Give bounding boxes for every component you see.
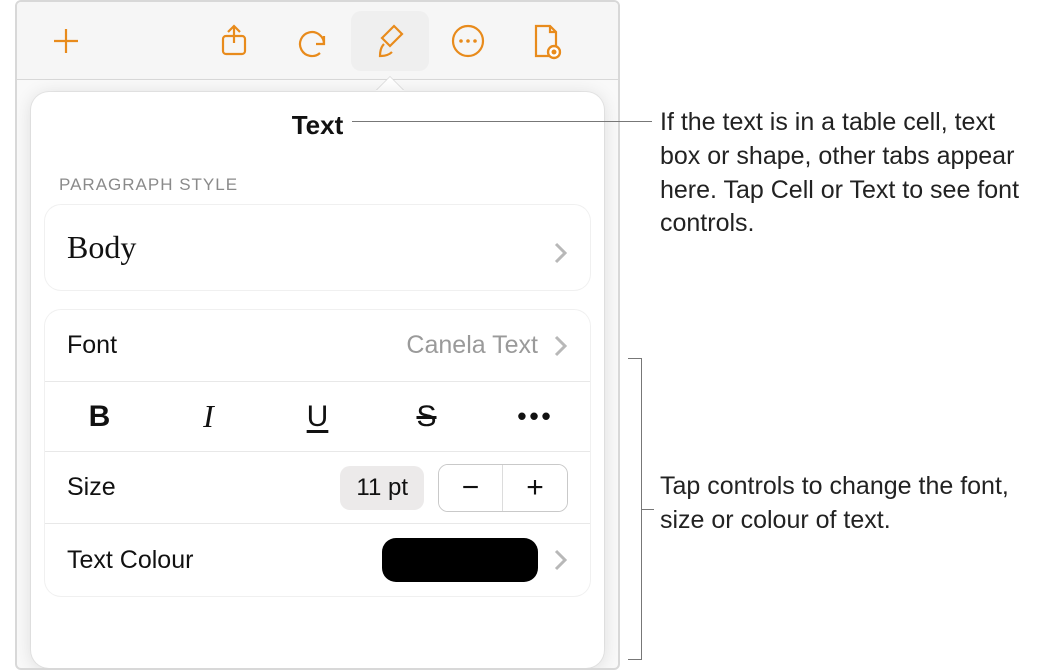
- font-label: Font: [67, 331, 117, 360]
- size-row: Size 11 pt − +: [45, 452, 590, 524]
- paragraph-style-card: Body: [45, 205, 590, 290]
- bold-button[interactable]: B: [45, 382, 154, 451]
- underline-button[interactable]: U: [263, 382, 372, 451]
- italic-button[interactable]: I: [154, 382, 263, 451]
- document-button[interactable]: [507, 11, 585, 71]
- app-window: Text Paragraph Style Body Font Canela Te…: [15, 0, 620, 670]
- size-decrease-button[interactable]: −: [439, 465, 503, 511]
- callout-bracket: [628, 358, 642, 660]
- add-button[interactable]: [27, 11, 105, 71]
- text-colour-row[interactable]: Text Colour: [45, 524, 590, 596]
- more-text-options-button[interactable]: •••: [481, 382, 590, 451]
- paragraph-style-row[interactable]: Body: [45, 205, 590, 290]
- toolbar: [17, 2, 618, 80]
- callout-tabs: If the text is in a table cell, text box…: [660, 106, 1030, 241]
- size-increase-button[interactable]: +: [503, 465, 567, 511]
- callout-leader-line: [642, 509, 654, 510]
- font-value: Canela Text: [406, 331, 538, 360]
- more-button[interactable]: [429, 11, 507, 71]
- callout-leader-line: [352, 121, 652, 122]
- callout-controls: Tap controls to change the font, size or…: [660, 470, 1030, 538]
- text-colour-swatch[interactable]: [382, 538, 538, 582]
- text-style-row: B I U S •••: [45, 382, 590, 452]
- undo-button[interactable]: [273, 11, 351, 71]
- paragraph-style-value: Body: [67, 229, 136, 266]
- paragraph-style-label: Paragraph Style: [31, 175, 604, 205]
- size-stepper: − +: [438, 464, 568, 512]
- font-row[interactable]: Font Canela Text: [45, 310, 590, 382]
- strikethrough-button[interactable]: S: [372, 382, 481, 451]
- share-button[interactable]: [195, 11, 273, 71]
- chevron-right-icon: [554, 334, 568, 358]
- chevron-right-icon: [554, 236, 568, 260]
- size-label: Size: [67, 473, 116, 502]
- size-value[interactable]: 11 pt: [340, 466, 424, 510]
- format-panel: Text Paragraph Style Body Font Canela Te…: [31, 92, 604, 668]
- text-colour-label: Text Colour: [67, 546, 193, 575]
- chevron-right-icon: [554, 548, 568, 572]
- format-brush-button[interactable]: [351, 11, 429, 71]
- panel-title: Text: [31, 110, 604, 175]
- font-card: Font Canela Text B I U S ••• Size 11 pt …: [45, 310, 590, 596]
